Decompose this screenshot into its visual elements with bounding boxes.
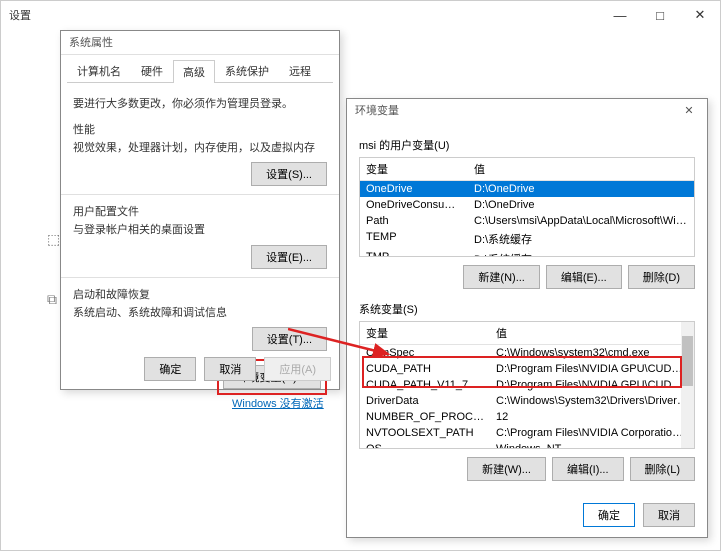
env-variables-dialog: 环境变量 ✕ msi 的用户变量(U) 变量 值 OneDriveD:\OneD… (346, 98, 708, 538)
tab-system-protection[interactable]: 系统保护 (215, 59, 279, 82)
close-button[interactable]: ✕ (680, 1, 720, 29)
minimize-button[interactable]: — (600, 1, 640, 29)
edit-button[interactable]: 编辑(E)... (546, 265, 622, 289)
user-var-buttons: 新建(N)... 编辑(E)... 删除(D) (359, 265, 695, 289)
tabs: 计算机名 硬件 高级 系统保护 远程 (67, 59, 333, 83)
table-row[interactable]: PathC:\Users\msi\AppData\Local\Microsoft… (360, 213, 694, 229)
ok-button[interactable]: 确定 (583, 503, 635, 527)
sidebar-icon: ⬚ (47, 231, 60, 248)
cancel-button[interactable]: 取消 (643, 503, 695, 527)
table-header: 变量 值 (360, 322, 694, 345)
dialog-title: 系统属性 (61, 31, 339, 55)
maximize-button[interactable]: □ (640, 1, 680, 29)
table-row[interactable]: NUMBER_OF_PROCESSORS12 (360, 409, 694, 425)
admin-note: 要进行大多数更改，你必须作为管理员登录。 (73, 96, 327, 113)
table-row[interactable]: OneDriveConsumerD:\OneDrive (360, 197, 694, 213)
separator (61, 277, 339, 278)
window-title: 设置 (9, 7, 31, 23)
delete-button[interactable]: 删除(L) (630, 457, 695, 481)
windows-activation-link[interactable]: Windows 没有激活 (232, 395, 324, 411)
cancel-button[interactable]: 取消 (204, 357, 256, 381)
var-name: NVTOOLSEXT_PATH (360, 425, 490, 441)
var-value: D:\系统缓存 (468, 249, 694, 257)
table-row[interactable]: CUDA_PATH_V11_7D:\Program Files\NVIDIA G… (360, 377, 694, 393)
var-name: OS (360, 441, 490, 449)
startup-settings-button[interactable]: 设置(T)... (252, 327, 327, 351)
table-row[interactable]: CUDA_PATHD:\Program Files\NVIDIA GPU\CUD… (360, 361, 694, 377)
var-value: C:\Windows\System32\Drivers\DriverData (490, 393, 694, 409)
dialog-title: 环境变量 (355, 99, 399, 123)
new-button[interactable]: 新建(N)... (463, 265, 539, 289)
table-header: 变量 值 (360, 158, 694, 181)
var-value: D:\OneDrive (468, 181, 694, 197)
var-value: C:\Users\msi\AppData\Local\Microsoft\Win… (468, 213, 694, 229)
profile-desc: 与登录帐户相关的桌面设置 (73, 222, 327, 239)
col-value[interactable]: 值 (468, 158, 694, 180)
var-name: DriverData (360, 393, 490, 409)
user-vars-label: msi 的用户变量(U) (359, 137, 695, 153)
sys-vars-label: 系统变量(S) (359, 301, 695, 317)
table-row[interactable]: TEMPD:\系统缓存 (360, 229, 694, 249)
startup-desc: 系统启动、系统故障和调试信息 (73, 305, 327, 322)
var-name: TEMP (360, 229, 468, 249)
var-value: D:\Program Files\NVIDIA GPU\CUDA Develop… (490, 377, 694, 393)
table-row[interactable]: OSWindows_NT (360, 441, 694, 449)
edit-button[interactable]: 编辑(I)... (552, 457, 624, 481)
perf-settings-button[interactable]: 设置(S)... (251, 162, 327, 186)
scrollbar[interactable] (681, 322, 694, 448)
new-button[interactable]: 新建(W)... (467, 457, 546, 481)
perf-label: 性能 (73, 121, 327, 137)
delete-button[interactable]: 删除(D) (628, 265, 695, 289)
scroll-thumb[interactable] (682, 336, 693, 386)
table-row[interactable]: NVTOOLSEXT_PATHC:\Program Files\NVIDIA C… (360, 425, 694, 441)
tab-remote[interactable]: 远程 (279, 59, 321, 82)
sys-vars-table[interactable]: 变量 值 ComSpecC:\Windows\system32\cmd.exeC… (359, 321, 695, 449)
user-vars-rows: OneDriveD:\OneDriveOneDriveConsumerD:\On… (360, 181, 694, 257)
table-row[interactable]: OneDriveD:\OneDrive (360, 181, 694, 197)
sidebar-icon: ⧉ (47, 291, 57, 308)
var-name: OneDriveConsumer (360, 197, 468, 213)
var-value: D:\Program Files\NVIDIA GPU\CUDA Develop… (490, 361, 694, 377)
profile-label: 用户配置文件 (73, 203, 327, 219)
var-name: OneDrive (360, 181, 468, 197)
col-value[interactable]: 值 (490, 322, 694, 344)
window-controls: — □ ✕ (600, 1, 720, 29)
table-row[interactable]: ComSpecC:\Windows\system32\cmd.exe (360, 345, 694, 361)
system-properties-dialog: 系统属性 计算机名 硬件 高级 系统保护 远程 要进行大多数更改，你必须作为管理… (60, 30, 340, 390)
var-name: Path (360, 213, 468, 229)
var-name: NUMBER_OF_PROCESSORS (360, 409, 490, 425)
var-value: 12 (490, 409, 694, 425)
table-row[interactable]: TMPD:\系统缓存 (360, 249, 694, 257)
perf-desc: 视觉效果，处理器计划，内存使用，以及虚拟内存 (73, 140, 327, 157)
var-name: ComSpec (360, 345, 490, 361)
table-row[interactable]: DriverDataC:\Windows\System32\Drivers\Dr… (360, 393, 694, 409)
title-bar: 设置 — □ ✕ (1, 1, 720, 29)
tab-advanced[interactable]: 高级 (173, 60, 215, 83)
sys-vars-rows: ComSpecC:\Windows\system32\cmd.exeCUDA_P… (360, 345, 694, 449)
ok-button[interactable]: 确定 (144, 357, 196, 381)
close-button[interactable]: ✕ (679, 99, 699, 123)
var-name: CUDA_PATH_V11_7 (360, 377, 490, 393)
profile-settings-button[interactable]: 设置(E)... (251, 245, 327, 269)
tab-computer-name[interactable]: 计算机名 (67, 59, 131, 82)
user-vars-table[interactable]: 变量 值 OneDriveD:\OneDriveOneDriveConsumer… (359, 157, 695, 257)
sys-var-buttons: 新建(W)... 编辑(I)... 删除(L) (359, 457, 695, 481)
dialog-buttons: 确定 取消 应用(A) (144, 357, 331, 381)
var-name: TMP (360, 249, 468, 257)
dialog-buttons: 确定 取消 (347, 493, 707, 537)
var-value: D:\系统缓存 (468, 229, 694, 249)
separator (61, 194, 339, 195)
apply-button[interactable]: 应用(A) (264, 357, 331, 381)
var-value: D:\OneDrive (468, 197, 694, 213)
col-name[interactable]: 变量 (360, 322, 490, 344)
var-value: C:\Windows\system32\cmd.exe (490, 345, 694, 361)
envvar-body: msi 的用户变量(U) 变量 值 OneDriveD:\OneDriveOne… (347, 123, 707, 493)
var-value: C:\Program Files\NVIDIA Corporation\NvTo… (490, 425, 694, 441)
startup-label: 启动和故障恢复 (73, 286, 327, 302)
col-name[interactable]: 变量 (360, 158, 468, 180)
var-name: CUDA_PATH (360, 361, 490, 377)
dialog-title-bar: 环境变量 ✕ (347, 99, 707, 123)
tab-hardware[interactable]: 硬件 (131, 59, 173, 82)
var-value: Windows_NT (490, 441, 694, 449)
